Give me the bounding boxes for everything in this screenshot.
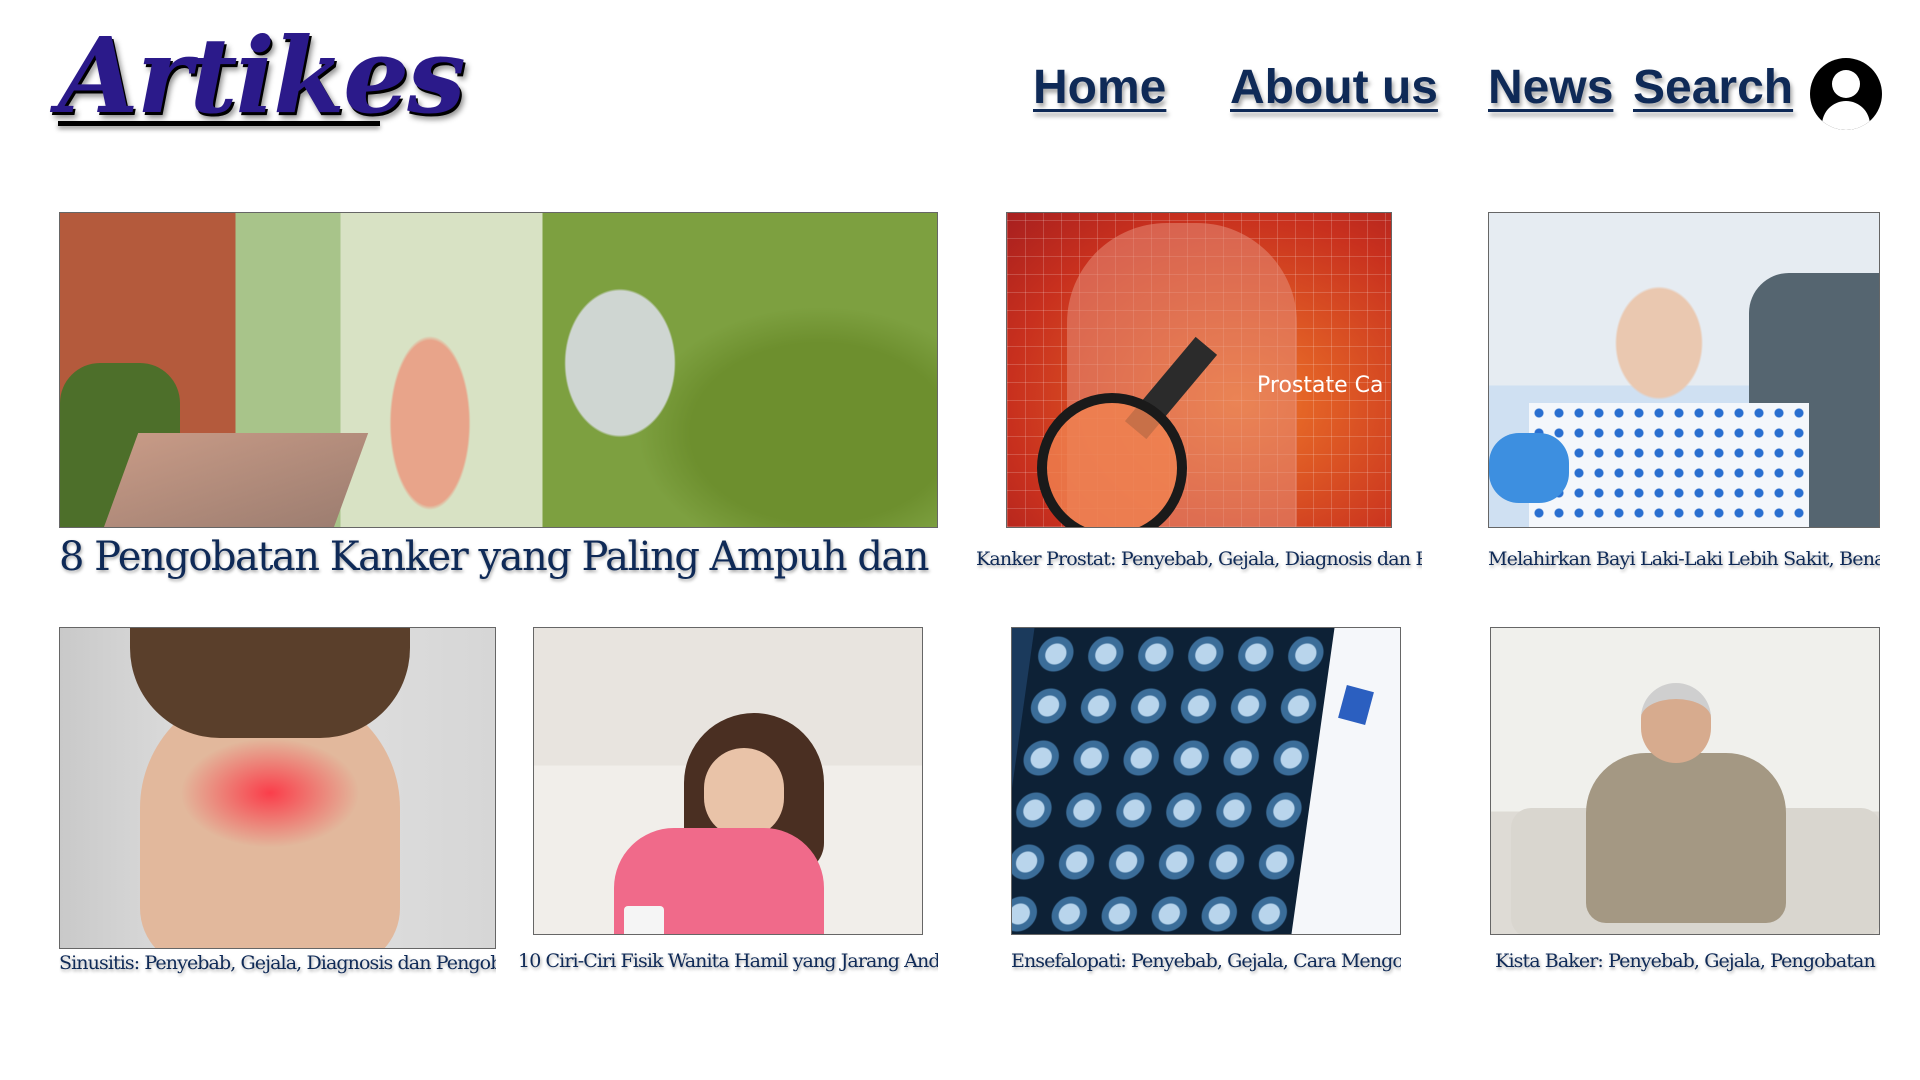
- article-title[interactable]: Sinusitis: Penyebab, Gejala, Diagnosis d…: [59, 948, 496, 978]
- image-path-shape: [101, 433, 369, 527]
- site-logo[interactable]: Artikes: [58, 24, 466, 128]
- article-image-knee-pain[interactable]: [1490, 627, 1880, 935]
- user-avatar-icon[interactable]: [1810, 58, 1882, 130]
- nav-search-link[interactable]: Search: [1633, 58, 1793, 118]
- nav-news-link[interactable]: News: [1488, 58, 1613, 118]
- image-xray-film-shape: [1012, 628, 1335, 934]
- article-image-sinusitis[interactable]: [59, 627, 496, 949]
- image-glove-shape: [1489, 433, 1569, 503]
- article-image-cancer-treatment[interactable]: [59, 212, 938, 528]
- image-inflammation-shape: [180, 738, 360, 848]
- article-title[interactable]: Ensefalopati: Penyebab, Gejala, Cara Men…: [1011, 946, 1401, 976]
- image-mug-shape: [624, 906, 664, 934]
- article-image-brain-scan[interactable]: [1011, 627, 1401, 935]
- image-caption-text: Prostate Ca: [1257, 373, 1384, 398]
- image-hair-shape: [130, 628, 410, 738]
- article-image-pregnancy[interactable]: [533, 627, 923, 935]
- image-face-shape: [704, 748, 784, 838]
- article-image-prostate-cancer[interactable]: Prostate Ca: [1006, 212, 1392, 528]
- article-image-childbirth[interactable]: [1488, 212, 1880, 528]
- image-sweater-shape: [1586, 753, 1786, 923]
- article-title[interactable]: 10 Ciri-Ciri Fisik Wanita Hamil yang Jar…: [518, 946, 938, 976]
- avatar-head-shape: [1832, 70, 1860, 98]
- article-title[interactable]: 8 Pengobatan Kanker yang Paling Ampuh da…: [59, 528, 938, 586]
- nav-home-link[interactable]: Home: [1033, 58, 1166, 118]
- avatar-body-shape: [1822, 101, 1870, 130]
- nav-about-link[interactable]: About us: [1230, 58, 1438, 118]
- image-head-shape: [1641, 683, 1711, 763]
- logo-underline: [58, 121, 380, 126]
- article-title[interactable]: Kanker Prostat: Penyebab, Gejala, Diagno…: [976, 544, 1422, 574]
- article-title[interactable]: Melahirkan Bayi Laki-Laki Lebih Sakit, B…: [1488, 544, 1880, 574]
- image-gown-shape: [1529, 403, 1809, 527]
- article-title[interactable]: Kista Baker: Penyebab, Gejala, Pengobata…: [1490, 946, 1880, 976]
